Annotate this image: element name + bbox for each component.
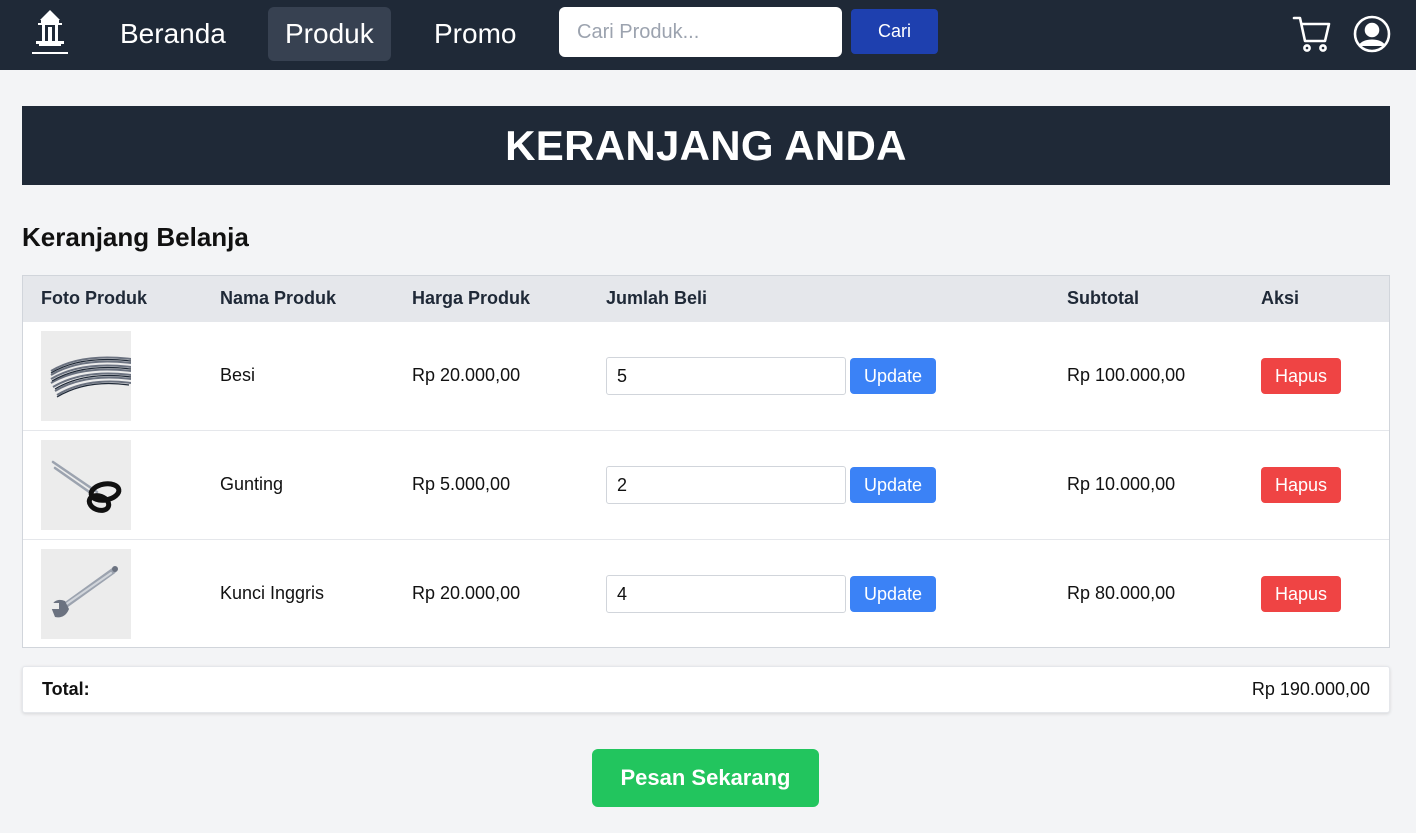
column-header-photo: Foto Produk — [41, 288, 147, 308]
navbar: Beranda Produk Promo Cari — [0, 0, 1416, 70]
product-name: Gunting — [220, 474, 284, 494]
product-image-kunci-inggris — [41, 549, 131, 639]
product-image-gunting — [41, 440, 131, 530]
nav-promo[interactable]: Promo — [417, 7, 533, 61]
logo-icon[interactable] — [26, 8, 74, 60]
product-name: Besi — [220, 365, 256, 385]
product-price: Rp 20.000,00 — [412, 583, 521, 603]
update-button[interactable]: Update — [850, 576, 936, 612]
search-button[interactable]: Cari — [851, 9, 938, 54]
product-name: Kunci Inggris — [220, 583, 325, 603]
total-bar: Total: Rp 190.000,00 — [22, 666, 1390, 713]
table-row: Besi Rp 20.000,00 Update Rp 100.000,00 H… — [23, 321, 1389, 430]
delete-button[interactable]: Hapus — [1261, 358, 1341, 394]
update-button[interactable]: Update — [850, 467, 936, 503]
cart-icon[interactable] — [1292, 14, 1332, 54]
table-row: Gunting Rp 5.000,00 Update Rp 10.000,00 … — [23, 430, 1389, 539]
search-input[interactable] — [559, 7, 842, 57]
column-header-subtotal: Subtotal — [1067, 288, 1139, 308]
user-icon[interactable] — [1352, 14, 1392, 54]
column-header-price: Harga Produk — [412, 288, 531, 308]
cart-table: Foto Produk Nama Produk Harga Produk Jum… — [22, 275, 1390, 648]
product-subtotal: Rp 80.000,00 — [1067, 583, 1176, 603]
delete-button[interactable]: Hapus — [1261, 467, 1341, 503]
column-header-qty: Jumlah Beli — [606, 288, 708, 308]
total-label: Total: — [42, 679, 90, 699]
product-subtotal: Rp 100.000,00 — [1067, 365, 1186, 385]
product-image-besi — [41, 331, 131, 421]
product-price: Rp 20.000,00 — [412, 365, 521, 385]
table-row: Kunci Inggris Rp 20.000,00 Update Rp 80.… — [23, 539, 1389, 648]
table-header: Foto Produk Nama Produk Harga Produk Jum… — [23, 276, 1389, 321]
quantity-input[interactable] — [606, 357, 846, 395]
page-title: KERANJANG ANDA — [22, 106, 1390, 185]
product-price: Rp 5.000,00 — [412, 474, 511, 494]
total-value: Rp 190.000,00 — [1251, 679, 1370, 699]
quantity-input[interactable] — [606, 466, 846, 504]
quantity-input[interactable] — [606, 575, 846, 613]
section-title: Keranjang Belanja — [22, 222, 249, 252]
order-now-button[interactable]: Pesan Sekarang — [592, 749, 819, 807]
nav-produk[interactable]: Produk — [268, 7, 391, 61]
product-subtotal: Rp 10.000,00 — [1067, 474, 1176, 494]
delete-button[interactable]: Hapus — [1261, 576, 1341, 612]
column-header-name: Nama Produk — [220, 288, 337, 308]
nav-beranda[interactable]: Beranda — [103, 7, 243, 61]
update-button[interactable]: Update — [850, 358, 936, 394]
column-header-action: Aksi — [1261, 288, 1300, 308]
